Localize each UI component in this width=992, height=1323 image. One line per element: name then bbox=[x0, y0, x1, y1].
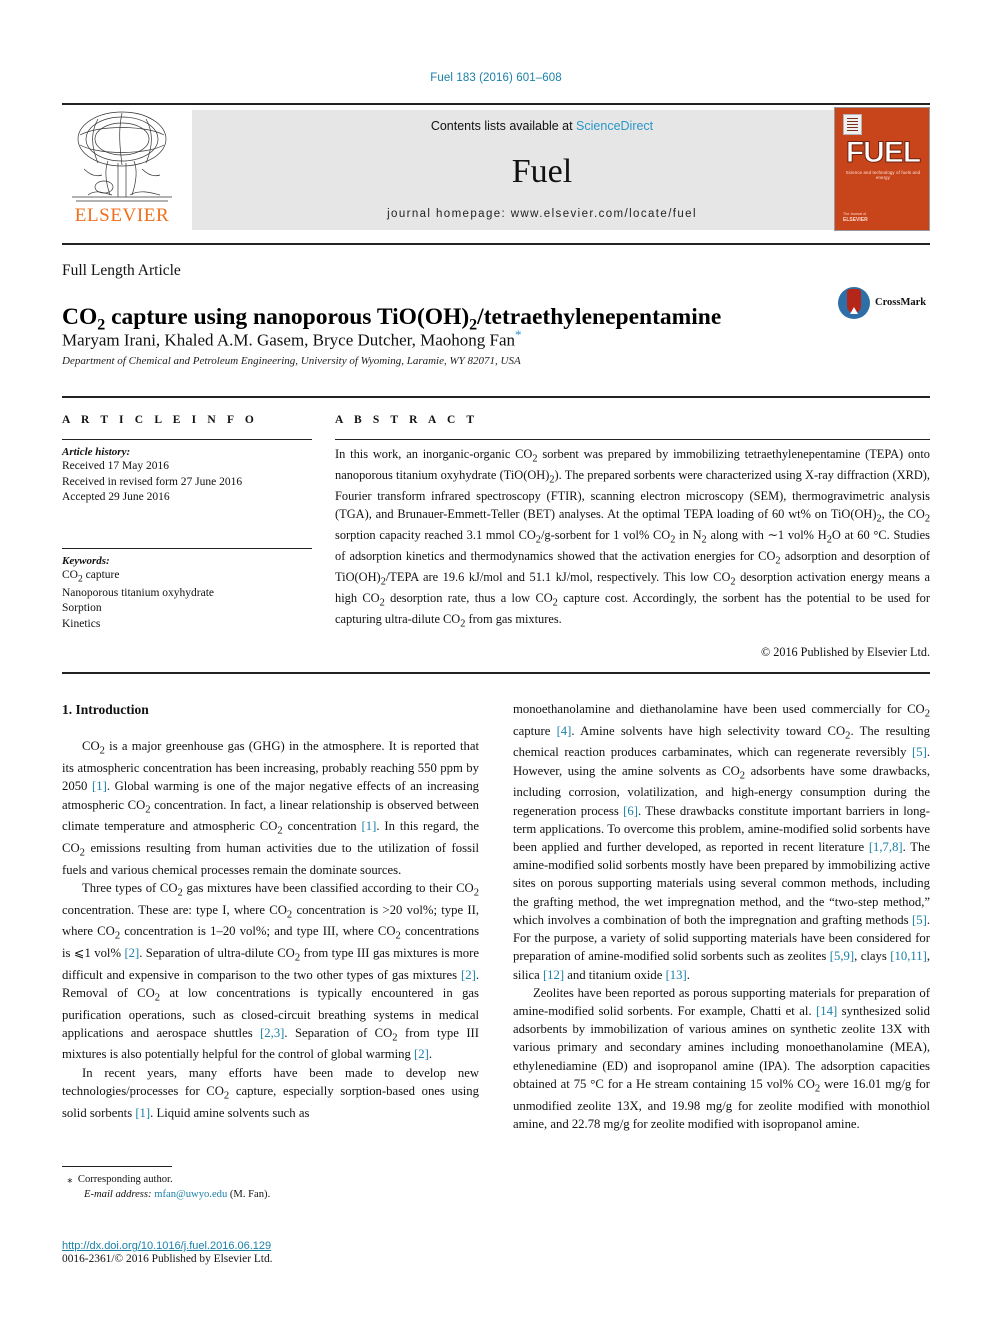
corresponding-author-text: Corresponding author. bbox=[77, 1174, 173, 1185]
keywords-label: Keywords: bbox=[62, 554, 110, 567]
article-type-label: Full Length Article bbox=[62, 262, 181, 279]
citation-ref[interactable]: [14] bbox=[816, 1004, 837, 1018]
email-suffix: (M. Fan). bbox=[229, 1189, 271, 1201]
corresponding-author-marker: * bbox=[515, 327, 522, 342]
article-history-accepted: Accepted 29 June 2016 bbox=[62, 491, 170, 504]
elsevier-tree-icon bbox=[68, 109, 176, 205]
paragraph: CO2 is a major greenhouse gas (GHG) in t… bbox=[62, 739, 480, 877]
citation-ref[interactable]: [12] bbox=[543, 968, 564, 982]
citation-ref[interactable]: [10,11] bbox=[890, 949, 927, 963]
body-separator-rule bbox=[62, 672, 930, 674]
journal-cover-thumbnail: FUEL Science and technology of fuels and… bbox=[834, 107, 930, 231]
keyword-item: CO2 capture bbox=[62, 568, 120, 584]
article-info-rule bbox=[62, 439, 312, 440]
contents-available-line: Contents lists available at ScienceDirec… bbox=[192, 119, 892, 133]
citation-ref[interactable]: [2] bbox=[124, 946, 139, 960]
article-info-column: A R T I C L E I N F O Article history: R… bbox=[62, 414, 312, 632]
abstract-column: A B S T R A C T In this work, an inorgan… bbox=[335, 414, 930, 660]
title-block: Full Length Article CO2 capture using na… bbox=[62, 243, 930, 367]
contents-prefix: Contents lists available at bbox=[430, 119, 577, 133]
title-seg-2: capture using nanoporous TiO(OH) bbox=[105, 303, 470, 330]
corresponding-author-line: ⁎ Corresponding author. bbox=[62, 1174, 173, 1185]
elsevier-wordmark: ELSEVIER bbox=[74, 205, 170, 226]
cover-title: FUEL bbox=[845, 136, 921, 170]
abstract-heading: A B S T R A C T bbox=[335, 414, 479, 426]
email-label: E-mail address: bbox=[84, 1189, 152, 1201]
cover-badge-icon bbox=[843, 114, 862, 135]
info-abstract-band: A R T I C L E I N F O Article history: R… bbox=[62, 396, 930, 659]
cover-footer-bold: ELSEVIER bbox=[843, 217, 868, 224]
citation-ref[interactable]: [1] bbox=[92, 779, 107, 793]
doi-link[interactable]: http://dx.doi.org/10.1016/j.fuel.2016.06… bbox=[62, 1240, 482, 1252]
footnote-rule bbox=[62, 1166, 172, 1167]
journal-homepage-link[interactable]: journal homepage: www.elsevier.com/locat… bbox=[192, 208, 892, 220]
body-column-left: 1. Introduction CO2 is a major greenhous… bbox=[62, 700, 479, 1122]
journal-masthead: ELSEVIER Contents lists available at Sci… bbox=[62, 103, 930, 233]
running-head: Fuel 183 (2016) 601–608 bbox=[430, 72, 562, 84]
citation-ref[interactable]: [2] bbox=[414, 1047, 429, 1061]
email-line: E-mail address: mfan@uwyo.edu (M. Fan). bbox=[62, 1187, 479, 1202]
paragraph: Three types of CO2 gas mixtures have bee… bbox=[62, 880, 480, 1062]
author-names: Maryam Irani, Khaled A.M. Gasem, Bryce D… bbox=[62, 330, 516, 350]
title-seg-3: /tetraethylenepentamine bbox=[477, 303, 722, 330]
sciencedirect-band: Contents lists available at ScienceDirec… bbox=[192, 110, 892, 230]
citation-ref[interactable]: [6] bbox=[623, 804, 638, 818]
keywords-rule bbox=[62, 547, 312, 549]
crossmark-label: CrossMark bbox=[875, 297, 927, 308]
crossmark-badge[interactable]: CrossMark bbox=[838, 287, 930, 321]
article-info-heading: A R T I C L E I N F O bbox=[62, 414, 258, 426]
citation-ref[interactable]: [2] bbox=[461, 968, 476, 982]
cover-footer-small: The Journal of bbox=[843, 212, 866, 216]
keyword-item: Nanoporous titanium oxyhydrate bbox=[62, 586, 215, 599]
article-history-revised: Received in revised form 27 June 2016 bbox=[62, 475, 243, 488]
keyword-item: Sorption bbox=[62, 602, 102, 615]
paragraph: In recent years, many efforts have been … bbox=[62, 1065, 479, 1120]
citation-ref[interactable]: [5] bbox=[912, 913, 927, 927]
abstract-text: In this work, an inorganic-organic CO2 s… bbox=[335, 447, 931, 630]
paper-page: Fuel 183 (2016) 601–608 ELSEVIER Content… bbox=[0, 0, 992, 1323]
citation-ref[interactable]: [2,3] bbox=[260, 1026, 284, 1040]
citation-ref[interactable]: [4] bbox=[557, 724, 572, 738]
corresponding-author-footnote: ⁎ Corresponding author. E-mail address: … bbox=[62, 1166, 479, 1203]
affiliation: Department of Chemical and Petroleum Eng… bbox=[62, 355, 521, 367]
paragraph: Zeolites have been reported as porous su… bbox=[513, 985, 930, 1131]
keyword-item: Kinetics bbox=[62, 617, 101, 630]
cover-footer: The Journal of ELSEVIER bbox=[843, 212, 903, 224]
email-link[interactable]: mfan@uwyo.edu bbox=[154, 1189, 227, 1200]
body-column-right: monoethanolamine and diethanolamine have… bbox=[513, 700, 930, 1133]
crossmark-icon bbox=[838, 287, 870, 319]
journal-title: Fuel bbox=[511, 153, 573, 190]
sciencedirect-link[interactable]: ScienceDirect bbox=[576, 119, 653, 133]
author-list: Maryam Irani, Khaled A.M. Gasem, Bryce D… bbox=[62, 327, 842, 351]
citation-ref[interactable]: [13] bbox=[666, 968, 687, 982]
cover-subtitle: Science and technology of fuels and ener… bbox=[845, 170, 921, 180]
citation-ref[interactable]: [1,7,8] bbox=[869, 840, 903, 854]
section-heading-introduction: 1. Introduction bbox=[62, 702, 149, 717]
article-history-label: Article history: bbox=[62, 446, 131, 458]
citation-ref[interactable]: [5] bbox=[912, 745, 927, 759]
issn-copyright-line: 0016-2361/© 2016 Published by Elsevier L… bbox=[62, 1253, 273, 1265]
doi-block: http://dx.doi.org/10.1016/j.fuel.2016.06… bbox=[62, 1240, 482, 1265]
paragraph: monoethanolamine and diethanolamine have… bbox=[513, 702, 931, 982]
abstract-rule bbox=[335, 439, 930, 440]
title-seg-1: CO bbox=[62, 303, 98, 330]
abstract-copyright: © 2016 Published by Elsevier Ltd. bbox=[760, 644, 930, 659]
article-history-received: Received 17 May 2016 bbox=[62, 460, 169, 472]
elsevier-logo: ELSEVIER bbox=[62, 109, 182, 231]
keywords-block: Keywords: CO2 capture Nanoporous titaniu… bbox=[62, 547, 312, 633]
citation-ref[interactable]: [1] bbox=[135, 1106, 150, 1120]
citation-ref[interactable]: [5,9] bbox=[830, 949, 854, 963]
citation-ref[interactable]: [1] bbox=[362, 819, 377, 833]
